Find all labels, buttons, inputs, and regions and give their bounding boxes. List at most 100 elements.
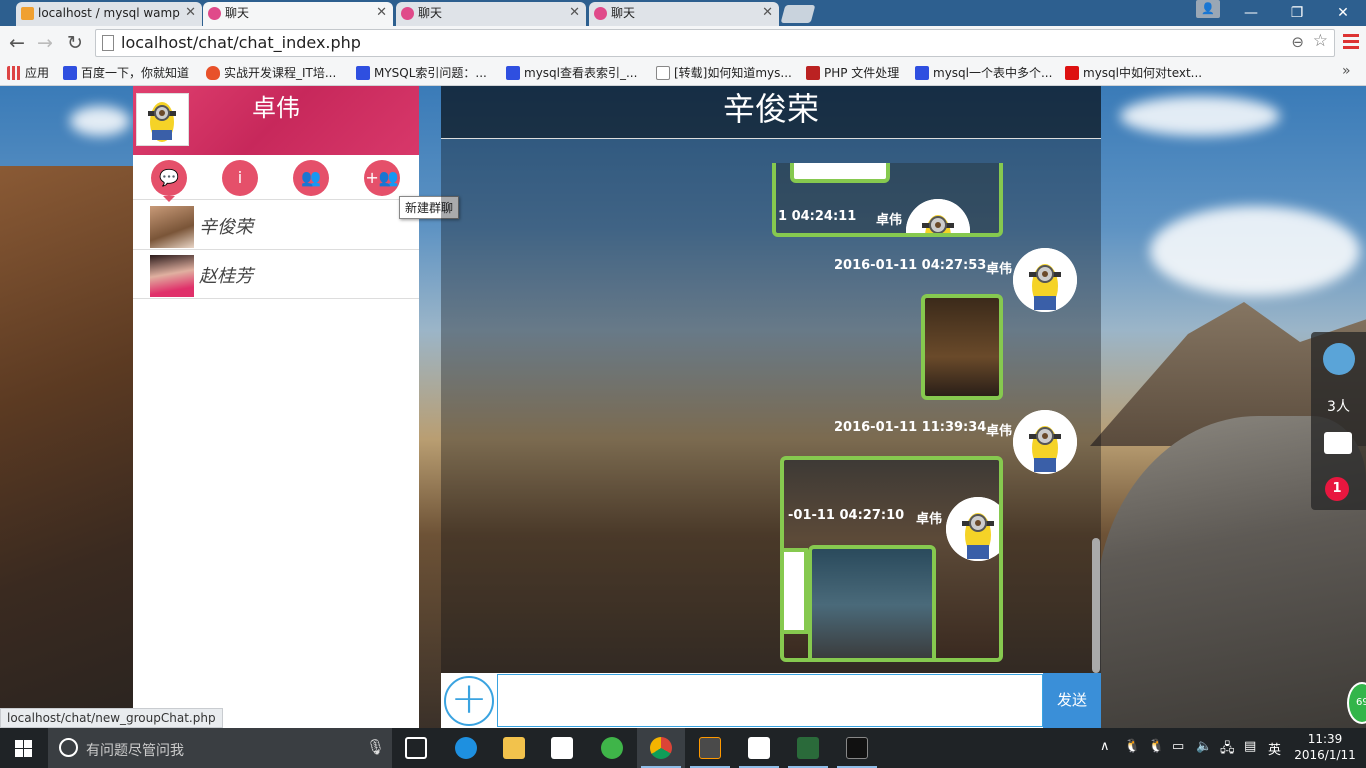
- send-button[interactable]: 发送: [1043, 673, 1101, 728]
- baidu-icon: [506, 66, 520, 80]
- back-icon[interactable]: ←: [5, 31, 29, 55]
- ime-indicator[interactable]: 英: [1268, 739, 1281, 758]
- bookmark-apps[interactable]: 应用: [7, 63, 49, 83]
- microphone-icon[interactable]: 🎙: [366, 738, 385, 756]
- windows-taskbar: 有问题尽管问我 🎙 ∧ 🐧 🐧 ▭ 🔈 🖧 ▤ 英 11:39 2016/1/1…: [0, 728, 1366, 768]
- zoom-icon[interactable]: ⊖: [1291, 33, 1304, 51]
- message-time: -01-11 04:27:10: [788, 508, 905, 523]
- bookmark-repost[interactable]: [转载]如何知道mys...: [656, 63, 792, 83]
- phpmyadmin-icon: [21, 7, 34, 20]
- cortana-search[interactable]: 有问题尽管问我 🎙: [48, 728, 392, 768]
- user-header: 卓伟: [133, 86, 419, 155]
- close-icon[interactable]: ✕: [376, 2, 387, 24]
- address-bar[interactable]: localhost/chat/chat_index.php ⊖ ☆: [95, 29, 1335, 57]
- system-clock[interactable]: 11:39 2016/1/11: [1290, 731, 1360, 763]
- chat-bubble-icon: 💬: [159, 168, 179, 187]
- chat-icon[interactable]: [1324, 432, 1352, 454]
- browser-tab-phpmyadmin[interactable]: localhost / mysql wamp ✕: [16, 2, 202, 26]
- bookmark-mysql-view-index[interactable]: mysql查看表索引_...: [506, 63, 637, 83]
- taskbar-360[interactable]: [588, 728, 636, 768]
- taskbar-chrome[interactable]: [637, 728, 685, 768]
- restore-button[interactable]: ❐: [1274, 0, 1320, 26]
- qq-icon[interactable]: 🐧: [1148, 739, 1164, 754]
- more-bookmarks-icon[interactable]: »: [1342, 63, 1351, 79]
- tab-groups[interactable]: 👥: [293, 160, 329, 196]
- sender-avatar: [946, 497, 999, 561]
- tab-title: 聊天: [418, 6, 443, 20]
- qq-icon[interactable]: 🐧: [1124, 739, 1140, 754]
- bookmark-php-file[interactable]: PHP 文件处理: [806, 63, 899, 83]
- bookmarks-bar: 应用 百度一下，你就知道 实战开发课程_IT培... MYSQL索引问题：...…: [0, 60, 1366, 86]
- online-users-icon[interactable]: [1323, 343, 1355, 375]
- volume-icon[interactable]: 🔈: [1196, 739, 1212, 754]
- tab-new-group[interactable]: +👥: [364, 160, 400, 196]
- bookmark-baidu[interactable]: 百度一下，你就知道: [63, 63, 189, 83]
- csdn-icon: [1065, 66, 1079, 80]
- bookmark-mysql-multi[interactable]: mysql一个表中多个...: [915, 63, 1052, 83]
- minimize-button[interactable]: —: [1228, 0, 1274, 26]
- taskbar-cmd[interactable]: [833, 728, 881, 768]
- profile-icon[interactable]: 👤: [1196, 0, 1220, 18]
- browser-tab-chat-active[interactable]: 聊天 ✕: [203, 2, 393, 26]
- task-view-button[interactable]: [392, 728, 440, 768]
- contact-item[interactable]: 辛俊荣: [133, 201, 419, 250]
- bookmark-it-course[interactable]: 实战开发课程_IT培...: [206, 63, 336, 83]
- tab-chats[interactable]: 💬: [151, 160, 187, 202]
- message-bubble[interactable]: 1 04:24:11 卓伟: [772, 163, 1003, 237]
- sidebar-tabs: 💬 i 👥 +👥: [133, 155, 419, 202]
- contact-item[interactable]: 赵桂芳: [133, 250, 419, 299]
- tray-chevron-icon[interactable]: ∧: [1100, 739, 1110, 754]
- current-username: 卓伟: [252, 94, 300, 122]
- taskbar-photos[interactable]: [735, 728, 783, 768]
- notification-icon[interactable]: ▤: [1244, 739, 1256, 754]
- plus-icon: +: [450, 673, 488, 724]
- close-window-button[interactable]: ✕: [1320, 0, 1366, 26]
- scrollbar[interactable]: [1092, 538, 1100, 673]
- bookmark-mysql-index[interactable]: MYSQL索引问题：...: [356, 63, 487, 83]
- status-bar-url: localhost/chat/new_groupChat.php: [0, 708, 223, 728]
- online-count: 3人: [1327, 399, 1350, 415]
- bookmark-star-icon[interactable]: ☆: [1313, 31, 1328, 51]
- screenshot-message[interactable]: -01-11 04:27:10 卓伟: [780, 456, 1003, 662]
- network-icon[interactable]: 🖧: [1220, 739, 1235, 761]
- unread-badge[interactable]: 1: [1325, 477, 1349, 501]
- clock-date: 2016/1/11: [1294, 748, 1356, 762]
- task-view-icon: [405, 737, 427, 759]
- bookmark-mysql-text[interactable]: mysql中如何对text...: [1065, 63, 1202, 83]
- browser-360-icon: [601, 737, 623, 759]
- close-icon[interactable]: ✕: [185, 2, 196, 24]
- reload-icon[interactable]: ↻: [63, 31, 87, 55]
- taskbar-app[interactable]: [784, 728, 832, 768]
- chat-window: 辛俊荣 1 04:24:11 卓伟 2016-01-11 04:27:53 卓伟…: [441, 86, 1101, 728]
- close-icon[interactable]: ✕: [569, 2, 580, 24]
- browser-toolbar: ← → ↻ localhost/chat/chat_index.php ⊖ ☆: [0, 26, 1366, 60]
- message-time: 2016-01-11 04:27:53: [834, 258, 987, 273]
- battery-icon[interactable]: ▭: [1172, 739, 1184, 754]
- browser-tab-chat-2[interactable]: 聊天 ✕: [396, 2, 586, 26]
- apps-icon: [7, 66, 21, 80]
- taskbar-sublime[interactable]: [686, 728, 734, 768]
- message-list[interactable]: 1 04:24:11 卓伟 2016-01-11 04:27:53 卓伟 201…: [441, 163, 1091, 673]
- baidu-icon: [356, 66, 370, 80]
- image-message[interactable]: [921, 294, 1003, 400]
- page-icon: [656, 66, 670, 80]
- chrome-icon: [650, 737, 672, 759]
- taskbar-store[interactable]: [538, 728, 586, 768]
- message-input[interactable]: [497, 674, 1043, 727]
- taskbar-explorer[interactable]: [490, 728, 538, 768]
- folder-icon: [503, 737, 525, 759]
- tab-info[interactable]: i: [222, 160, 258, 196]
- sender-avatar: [906, 199, 970, 233]
- forward-icon[interactable]: →: [33, 31, 57, 55]
- contacts-panel: 卓伟 💬 i 👥 +👥 辛俊荣 赵桂芳: [133, 86, 419, 728]
- group-icon: 👥: [301, 168, 321, 187]
- message-sender: 卓伟: [986, 424, 1013, 439]
- attach-plus-button[interactable]: +: [444, 676, 494, 726]
- browser-tab-chat-3[interactable]: 聊天 ✕: [589, 2, 779, 26]
- close-icon[interactable]: ✕: [762, 2, 773, 24]
- taskbar-edge[interactable]: [442, 728, 490, 768]
- menu-icon[interactable]: [1343, 34, 1359, 52]
- start-button[interactable]: [0, 728, 48, 768]
- message-time: 1 04:24:11: [778, 209, 857, 224]
- new-tab-button[interactable]: [780, 5, 816, 23]
